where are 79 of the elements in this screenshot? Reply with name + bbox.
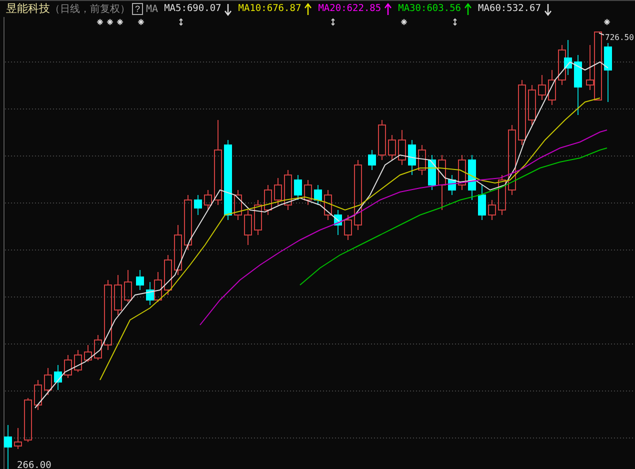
candlestick <box>314 184 322 206</box>
candlestick <box>204 190 212 210</box>
candlestick <box>368 150 376 170</box>
candlestick <box>378 120 386 160</box>
candlestick <box>294 174 302 200</box>
candlestick <box>448 174 456 196</box>
candlestick <box>64 354 72 378</box>
candlestick <box>508 124 516 196</box>
candlestick <box>114 274 122 316</box>
candlestick <box>254 200 262 236</box>
up-arrow-icon <box>304 2 312 16</box>
high-price-label: 726.50 <box>605 33 634 42</box>
asterisk-icon <box>106 18 114 26</box>
candlestick <box>174 224 182 276</box>
ma-indicator: MA20:622.85 <box>318 2 382 16</box>
candlestick <box>428 154 436 190</box>
ma-indicator: MA10:676.87 <box>238 2 302 16</box>
candlestick <box>388 134 396 160</box>
candlestick <box>24 398 32 442</box>
candlestick <box>604 42 612 102</box>
candlestick <box>344 214 352 240</box>
candlestick <box>548 70 556 106</box>
double-arrow-icon <box>331 18 335 26</box>
candlestick <box>14 428 22 450</box>
candlestick <box>34 380 42 410</box>
candlestick <box>124 270 132 302</box>
asterisk-icon <box>96 18 104 26</box>
double-arrow-icon <box>453 18 457 26</box>
candlestick <box>518 80 526 146</box>
candlestick <box>164 254 172 296</box>
ma-label: MA <box>146 2 158 16</box>
asterisk-icon <box>400 18 408 26</box>
candlestick <box>274 178 282 206</box>
up-arrow-icon <box>384 2 392 16</box>
ma-indicator: MA30:603.56 <box>398 2 462 16</box>
chart-period-label: （日线，前复权） <box>50 2 130 16</box>
candlestick <box>538 74 546 100</box>
candlestick <box>418 144 426 176</box>
candlestick <box>194 194 202 216</box>
asterisk-icon <box>116 18 124 26</box>
candlestick <box>74 350 82 372</box>
candlestick <box>324 190 332 220</box>
candlestick <box>94 334 102 360</box>
asterisk-icon <box>138 18 144 26</box>
candlestick <box>408 140 416 176</box>
asterisk-icon <box>604 18 610 26</box>
candlestick <box>334 210 342 236</box>
candlestick <box>4 424 12 469</box>
low-price-label: 266.00 <box>17 460 52 469</box>
candlestick <box>398 130 406 166</box>
candlestick <box>84 344 92 362</box>
candlestick <box>574 54 582 116</box>
stock-title: 昱能科技 <box>6 0 50 17</box>
candlestick <box>44 368 52 396</box>
down-arrow-icon <box>544 2 552 16</box>
candlestick <box>304 180 312 206</box>
candlestick <box>244 210 252 246</box>
candlestick <box>184 194 192 250</box>
candlestick <box>354 160 362 230</box>
candlestick <box>528 84 536 126</box>
candlestick <box>136 270 144 290</box>
candlestick <box>284 170 292 210</box>
candlestick <box>104 280 112 350</box>
candlestick <box>478 184 486 220</box>
help-button[interactable]: ? <box>132 3 144 15</box>
candlestick <box>458 154 466 190</box>
down-arrow-icon <box>224 2 232 16</box>
candlestick <box>468 154 476 200</box>
leader-line <box>598 32 604 36</box>
candlestick <box>54 364 62 390</box>
candlestick <box>438 154 446 210</box>
ma-indicator: MA60:532.67 <box>478 2 541 16</box>
candlestick <box>264 184 272 216</box>
candlestick <box>488 200 496 220</box>
candlestick <box>498 174 506 216</box>
ma-indicator: MA5:690.07 <box>164 2 222 16</box>
candlestick <box>234 190 242 220</box>
double-arrow-icon <box>179 18 183 26</box>
up-arrow-icon <box>464 2 472 16</box>
